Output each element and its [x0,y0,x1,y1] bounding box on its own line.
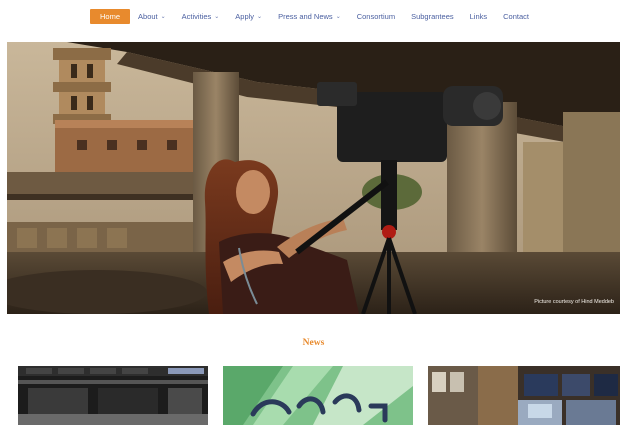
news-card-1[interactable] [18,366,208,425]
nav-item-label: Activities [181,11,212,21]
nav-item-home[interactable]: Home [90,8,131,24]
news-card-image [223,366,413,425]
nav-item-label: Consortium [356,11,396,21]
nav-item-label: Contact [503,11,529,21]
nav-item-label: Subgrantees [411,11,454,21]
chevron-down-icon: ⌄ [214,13,220,20]
nav-item-contact[interactable]: Contact [495,9,537,24]
chevron-down-icon: ⌄ [335,13,341,20]
hero-photo [7,42,620,314]
news-card-image [428,366,620,425]
nav-item-subgrantees[interactable]: Subgrantees [403,9,462,24]
nav-item-press-and-news[interactable]: Press and News ⌄ [270,9,349,24]
nav-item-about[interactable]: About ⌄ [130,9,174,24]
nav-item-label: Press and News [278,11,333,21]
chevron-down-icon: ⌄ [160,13,166,20]
main-nav: Home About ⌄ Activities ⌄ Apply ⌄ Press … [0,0,627,32]
nav-item-activities[interactable]: Activities ⌄ [174,9,228,24]
news-card-image [18,366,208,425]
chevron-down-icon: ⌄ [257,13,263,20]
hero-caption: Picture courtesy of Hind Meddeb [534,299,614,305]
hero-image: Picture courtesy of Hind Meddeb [7,42,620,314]
nav-item-label: Apply [235,11,255,21]
nav-item-apply[interactable]: Apply ⌄ [227,9,270,24]
nav-item-consortium[interactable]: Consortium [349,9,403,24]
news-card-3[interactable] [428,366,620,425]
nav-item-label: Links [469,11,488,21]
news-heading: News [302,338,325,348]
news-card-2[interactable] [223,366,413,425]
nav-item-label: Home [100,11,121,21]
nav-item-label: About [138,11,158,21]
nav-item-links[interactable]: Links [462,9,496,24]
